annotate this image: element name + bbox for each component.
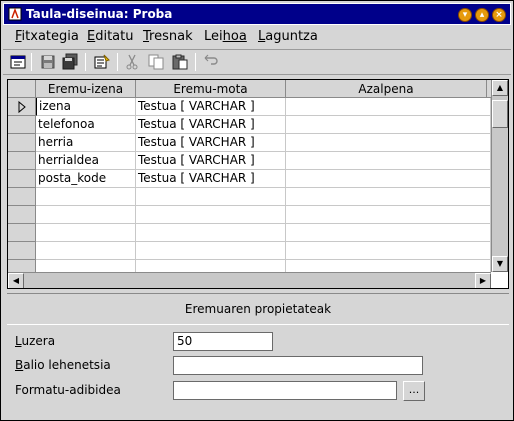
column-header-field-type[interactable]: Eremu-mota [136,80,286,98]
field-type-cell[interactable]: Testua [ VARCHAR ] [136,152,286,170]
field-type-cell[interactable] [136,206,286,224]
field-name-cell[interactable]: telefonoa [36,116,136,134]
maximize-button[interactable]: ▴ [475,8,489,22]
column-header-field-name[interactable]: Eremu-izena [36,80,136,98]
horizontal-scrollbar[interactable]: ◀ ▶ [8,272,491,288]
row-selector[interactable] [8,170,36,188]
design-view-icon[interactable] [9,53,27,71]
length-label: Luzera [15,334,56,348]
default-value-input[interactable] [173,356,423,375]
description-cell[interactable] [286,134,491,152]
properties-title: Eremuaren propietateak [184,302,332,316]
properties-icon[interactable] [93,53,111,71]
description-cell[interactable] [286,188,491,206]
scroll-left-arrow-icon[interactable]: ◀ [8,273,24,288]
description-cell[interactable] [286,224,491,242]
grid-corner[interactable] [8,80,36,98]
field-type-cell[interactable]: Testua [ VARCHAR ] [136,116,286,134]
field-properties-panel: Eremuaren propietateak Luzera 50 Balio l… [7,293,509,415]
field-name-cell[interactable] [36,224,136,242]
menu-laguntza[interactable]: Laguntza [258,29,318,44]
scroll-up-arrow-icon[interactable]: ▲ [492,80,508,96]
field-name-cell[interactable] [36,206,136,224]
save-all-icon[interactable] [61,53,79,71]
field-grid: Eremu-izena Eremu-mota Azalpena izena Tes… [7,79,509,289]
field-name-cell[interactable] [36,188,136,206]
description-cell[interactable] [286,152,491,170]
vertical-scrollbar[interactable]: ▲ ▼ [491,80,508,272]
row-selector[interactable] [8,206,36,224]
description-cell[interactable] [286,116,491,134]
row-selector[interactable] [8,224,36,242]
scroll-down-arrow-icon[interactable]: ▼ [492,256,508,272]
row-selector[interactable] [8,242,36,260]
field-name-cell[interactable]: herrialdea [36,152,136,170]
description-cell[interactable] [286,98,491,116]
menu-leihoa[interactable]: Leihoa [204,29,247,44]
description-cell[interactable] [286,242,491,260]
minimize-button[interactable]: ▾ [458,8,472,22]
undo-icon[interactable] [201,53,219,71]
field-type-cell[interactable] [136,224,286,242]
table-design-window: Taula-diseinua: Proba ▾ ▴ × Fitxategia E… [0,0,514,421]
app-icon [8,7,22,21]
cut-icon[interactable] [123,53,141,71]
window-title: Taula-diseinua: Proba [26,7,173,21]
field-type-cell[interactable]: Testua [ VARCHAR ] [136,170,286,188]
format-browse-button[interactable]: ... [403,381,425,401]
menu-editatu[interactable]: Editatu [87,29,133,44]
row-selector[interactable] [8,188,36,206]
field-name-cell[interactable] [36,242,136,260]
menu-tresnak[interactable]: Tresnak [143,29,193,44]
toolbar-separator [195,53,196,71]
description-cell[interactable] [286,206,491,224]
field-name-cell[interactable]: posta_kode [36,170,136,188]
length-input[interactable]: 50 [173,332,273,351]
row-selector[interactable] [8,116,36,134]
toolbar-separator [85,53,86,71]
toolbar [3,49,511,75]
row-selector[interactable] [8,98,36,116]
field-type-cell[interactable] [136,242,286,260]
properties-divider [7,324,509,325]
column-header-description[interactable]: Azalpena [286,80,487,98]
row-selector[interactable] [8,152,36,170]
save-icon[interactable] [39,53,57,71]
close-button[interactable]: × [492,8,506,22]
field-type-cell[interactable]: Testua [ VARCHAR ] [136,134,286,152]
field-name-cell[interactable]: herria [36,134,136,152]
toolbar-separator [117,53,118,71]
field-type-cell[interactable] [136,188,286,206]
row-selector[interactable] [8,134,36,152]
current-row-arrow-icon [18,100,26,114]
copy-icon[interactable] [147,53,165,71]
default-value-label: Balio lehenetsia [15,358,111,372]
scroll-right-arrow-icon[interactable]: ▶ [475,273,491,288]
format-example-input[interactable] [173,381,397,400]
title-bar[interactable]: Taula-diseinua: Proba ▾ ▴ × [3,3,511,25]
field-name-cell[interactable]: izena [36,98,136,116]
format-example-label: Formatu-adibidea [15,383,121,397]
menu-fitxategia[interactable]: Fitxategia [15,29,79,44]
paste-icon[interactable] [171,53,189,71]
scroll-thumb[interactable] [492,100,508,128]
menu-bar: Fitxategia Editatu Tresnak Leihoa Lagunt… [3,26,511,48]
field-type-cell[interactable]: Testua [ VARCHAR ] [136,98,286,116]
description-cell[interactable] [286,170,491,188]
toolbar-separator [31,53,32,71]
